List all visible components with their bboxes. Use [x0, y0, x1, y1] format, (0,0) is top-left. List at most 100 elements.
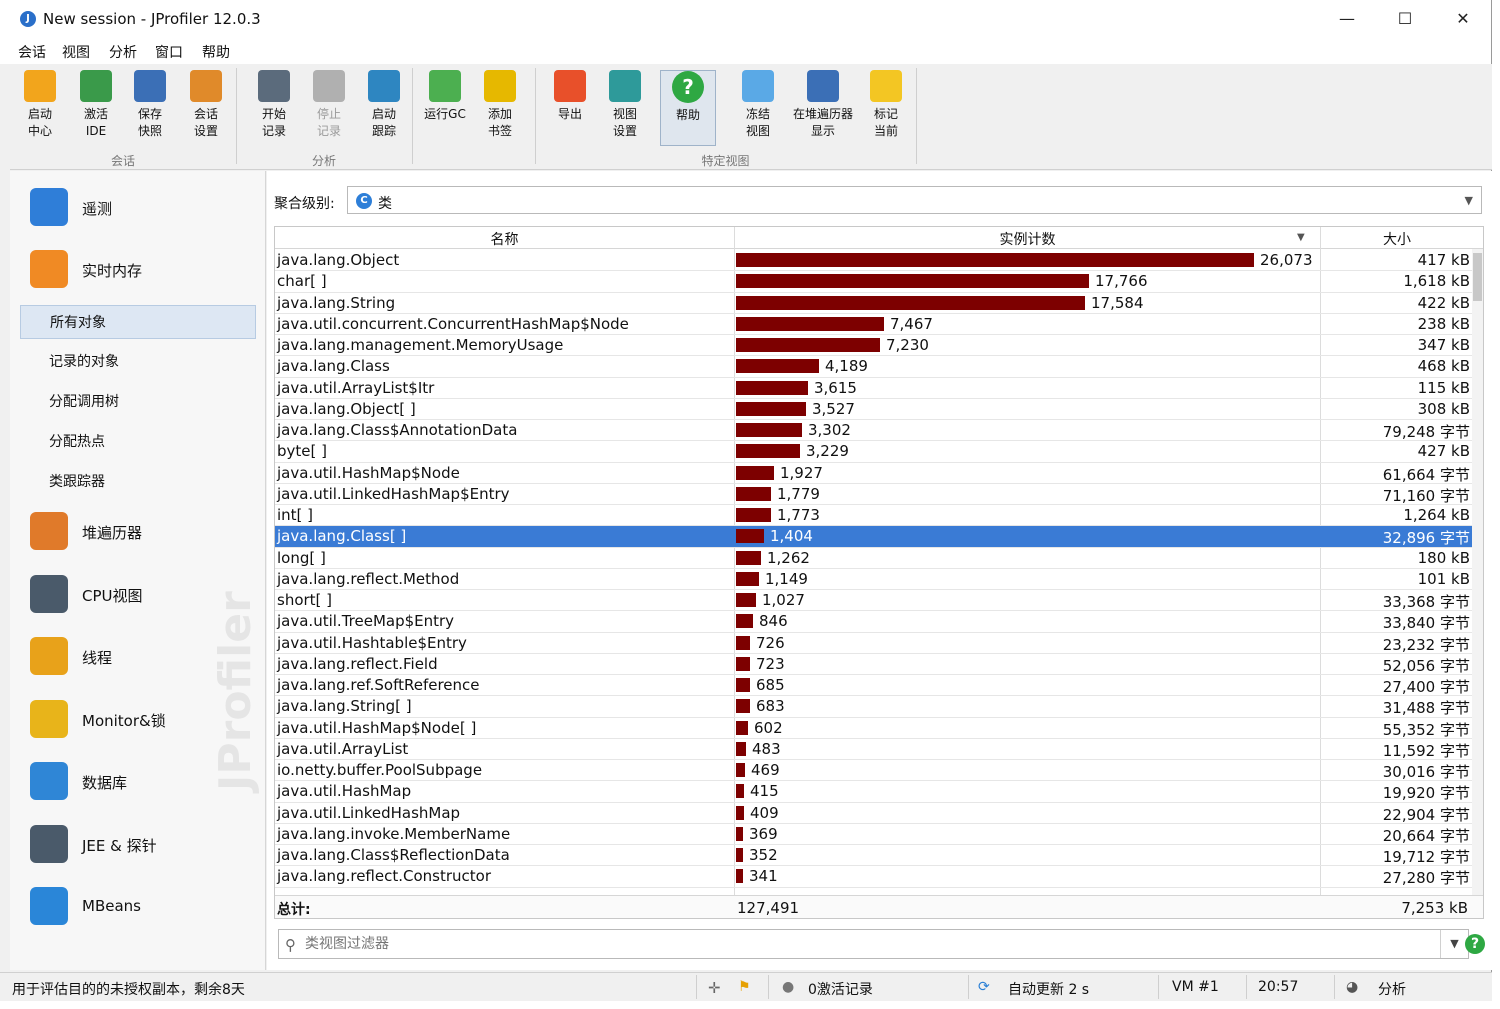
- instance-count-cell: 409: [750, 803, 779, 822]
- sidebar-subitem[interactable]: 所有对象: [20, 305, 256, 339]
- column-header-size[interactable]: 大小: [1321, 229, 1473, 249]
- table-row[interactable]: long[ ] 1,262 180 kB: [275, 548, 1473, 569]
- freeze-view-label-line2: 视图: [745, 124, 770, 138]
- add-bookmark-button[interactable]: 添加 书签: [480, 70, 520, 146]
- table-row[interactable]: java.lang.reflect.Constructor 341 27,280 字…: [275, 866, 1473, 888]
- aggregation-level-select[interactable]: C 类 ▼: [347, 186, 1482, 214]
- size-cell: 238 kB: [1417, 314, 1470, 333]
- sidebar-item-lock[interactable]: Monitor&锁: [10, 691, 265, 749]
- film-reel-play-icon: [258, 70, 290, 102]
- close-button[interactable]: ✕: [1434, 0, 1492, 38]
- menu-help[interactable]: 帮助: [202, 42, 230, 62]
- active-recordings-status[interactable]: 0激活记录: [808, 979, 873, 999]
- table-row[interactable]: java.lang.reflect.Method 1,149 101 kB: [275, 569, 1473, 590]
- sidebar-item-cpu[interactable]: CPU视图: [10, 566, 265, 624]
- table-row[interactable]: short[ ] 1,027 33,368 字节: [275, 590, 1473, 612]
- sidebar-item-gauge[interactable]: JEE & 探针: [10, 816, 265, 874]
- menu-analysis[interactable]: 分析: [109, 42, 137, 62]
- mark-current-button[interactable]: 标记 当前: [866, 70, 906, 146]
- instance-count-bar: [736, 550, 761, 565]
- session-settings-button[interactable]: 会话 设置: [186, 70, 226, 146]
- size-cell: 22,904 字节: [1382, 805, 1470, 824]
- show-in-heap-walker-label: 在堆遍历器: [792, 107, 853, 121]
- table-row[interactable]: java.lang.Object[ ] 3,527 308 kB: [275, 399, 1473, 420]
- class-name-cell: java.lang.invoke.MemberName: [277, 824, 511, 843]
- instance-count-bar: [736, 869, 743, 884]
- table-row[interactable]: java.util.concurrent.ConcurrentHashMap$N…: [275, 314, 1473, 335]
- activate-ide-button[interactable]: 激活 IDE: [76, 70, 116, 146]
- class-view-filter-input[interactable]: [305, 934, 1425, 954]
- table-row[interactable]: java.util.ArrayList 483 11,592 字节: [275, 739, 1473, 760]
- pin-icon[interactable]: ✛: [708, 979, 721, 997]
- class-icon: C: [356, 193, 372, 209]
- table-row[interactable]: java.util.LinkedHashMap 409 22,904 字节: [275, 803, 1473, 824]
- sidebar-item-label: Monitor&锁: [82, 712, 166, 730]
- save-snapshot-button[interactable]: 保存 快照: [130, 70, 170, 146]
- sidebar-item-telemetry[interactable]: 遥测: [10, 179, 265, 237]
- sidebar-item-label: 堆遍历器: [82, 524, 143, 542]
- table-row[interactable]: java.lang.management.MemoryUsage 7,230 347…: [275, 335, 1473, 357]
- table-row[interactable]: java.lang.String 17,584 422 kB: [275, 293, 1473, 314]
- total-label: 总计:: [277, 902, 311, 918]
- vertical-scrollbar[interactable]: [1472, 249, 1483, 895]
- sidebar-item-globe[interactable]: MBeans: [10, 878, 265, 936]
- view-settings-button[interactable]: 视图 设置: [605, 70, 645, 146]
- table-row[interactable]: java.lang.reflect.Field 723 52,056 字节: [275, 654, 1473, 675]
- sidebar-item-heap-walker[interactable]: 堆遍历器: [10, 503, 265, 561]
- sidebar-item-live-memory[interactable]: 实时内存: [10, 241, 265, 299]
- toolbar-separator: [412, 68, 413, 164]
- column-header-instance-count[interactable]: 实例计数: [735, 229, 1320, 249]
- table-row[interactable]: java.lang.String[ ] 683 31,488 字节: [275, 696, 1473, 718]
- table-row[interactable]: java.lang.Object 26,073 417 kB: [275, 250, 1473, 272]
- export-button[interactable]: 导出: [550, 70, 590, 146]
- sidebar-subitem[interactable]: 分配热点: [20, 425, 256, 459]
- table-row[interactable]: java.lang.Class$ReflectionData 352 19,712 …: [275, 845, 1473, 867]
- table-row[interactable]: java.util.HashMap$Node[ ] 602 55,352 字节: [275, 718, 1473, 739]
- table-row[interactable]: java.util.Hashtable$Entry 726 23,232 字节: [275, 633, 1473, 654]
- analysis-mode-status: 分析: [1378, 982, 1406, 998]
- scrollbar-thumb[interactable]: [1473, 253, 1482, 301]
- minimize-button[interactable]: —: [1318, 0, 1376, 38]
- table-row[interactable]: java.util.ArrayList$Itr 3,615 115 kB: [275, 378, 1473, 399]
- start-center-button[interactable]: 启动 中心: [20, 70, 60, 146]
- help-button[interactable]: ? 帮助: [660, 70, 716, 146]
- menu-session[interactable]: 会话: [18, 42, 46, 62]
- class-name-cell: java.util.TreeMap$Entry: [277, 612, 455, 631]
- table-row[interactable]: java.lang.Class[ ] 1,404 32,896 字节: [275, 526, 1473, 548]
- start-tracking-button[interactable]: 启动 跟踪: [364, 70, 404, 146]
- table-row[interactable]: java.util.HashMap 415 19,920 字节: [275, 781, 1473, 803]
- sidebar-item-threads[interactable]: 线程: [10, 628, 265, 686]
- live-memory-icon: [30, 250, 68, 288]
- column-header-name[interactable]: 名称: [275, 229, 734, 249]
- sidebar-subitem[interactable]: 类跟踪器: [20, 465, 256, 499]
- flag-icon[interactable]: ⚑: [738, 979, 751, 995]
- stop-recording-button[interactable]: 停止 记录: [309, 70, 349, 146]
- maximize-button[interactable]: ☐: [1376, 0, 1434, 38]
- help-icon[interactable]: ?: [1465, 934, 1485, 954]
- table-row[interactable]: java.util.LinkedHashMap$Entry 1,779 71,160…: [275, 484, 1473, 505]
- run-gc-button[interactable]: 运行GC: [420, 70, 470, 146]
- table-row[interactable]: char[ ] 17,766 1,618 kB: [275, 271, 1473, 293]
- sidebar-subitem[interactable]: 记录的对象: [20, 345, 256, 379]
- table-row[interactable]: byte[ ] 3,229 427 kB: [275, 441, 1473, 463]
- table-row[interactable]: io.netty.buffer.PoolSubpage 469 30,016 字节: [275, 760, 1473, 782]
- start-recording-button[interactable]: 开始 记录: [254, 70, 294, 146]
- class-name-cell: java.util.concurrent.ConcurrentHashMap$N…: [277, 314, 629, 333]
- table-row[interactable]: java.util.HashMap$Node 1,927 61,664 字节: [275, 463, 1473, 484]
- table-row[interactable]: java.lang.Class 4,189 468 kB: [275, 356, 1473, 378]
- table-row[interactable]: java.lang.Class$AnnotationData 3,302 79,24…: [275, 420, 1473, 442]
- class-name-cell: java.lang.String: [277, 293, 396, 312]
- freeze-view-button[interactable]: 冻结 视图: [738, 70, 778, 146]
- table-row[interactable]: int[ ] 1,773 1,264 kB: [275, 505, 1473, 527]
- sidebar-item-database[interactable]: 数据库: [10, 753, 265, 811]
- table-row[interactable]: java.lang.ref.SoftReference 685 27,400 字节: [275, 675, 1473, 697]
- filter-options-dropdown[interactable]: ▼: [1440, 930, 1468, 958]
- show-in-heap-walker-button[interactable]: 在堆遍历器 显示: [788, 70, 858, 146]
- sidebar-subitem[interactable]: 分配调用树: [20, 385, 256, 419]
- folder-play-icon: [24, 70, 56, 102]
- menu-window[interactable]: 窗口: [155, 42, 183, 62]
- table-row[interactable]: java.lang.invoke.MemberName 369 20,664 字节: [275, 824, 1473, 845]
- menu-view[interactable]: 视图: [62, 42, 90, 62]
- auto-update-status[interactable]: 自动更新 2 s: [1008, 979, 1089, 999]
- table-row[interactable]: java.util.TreeMap$Entry 846 33,840 字节: [275, 611, 1473, 633]
